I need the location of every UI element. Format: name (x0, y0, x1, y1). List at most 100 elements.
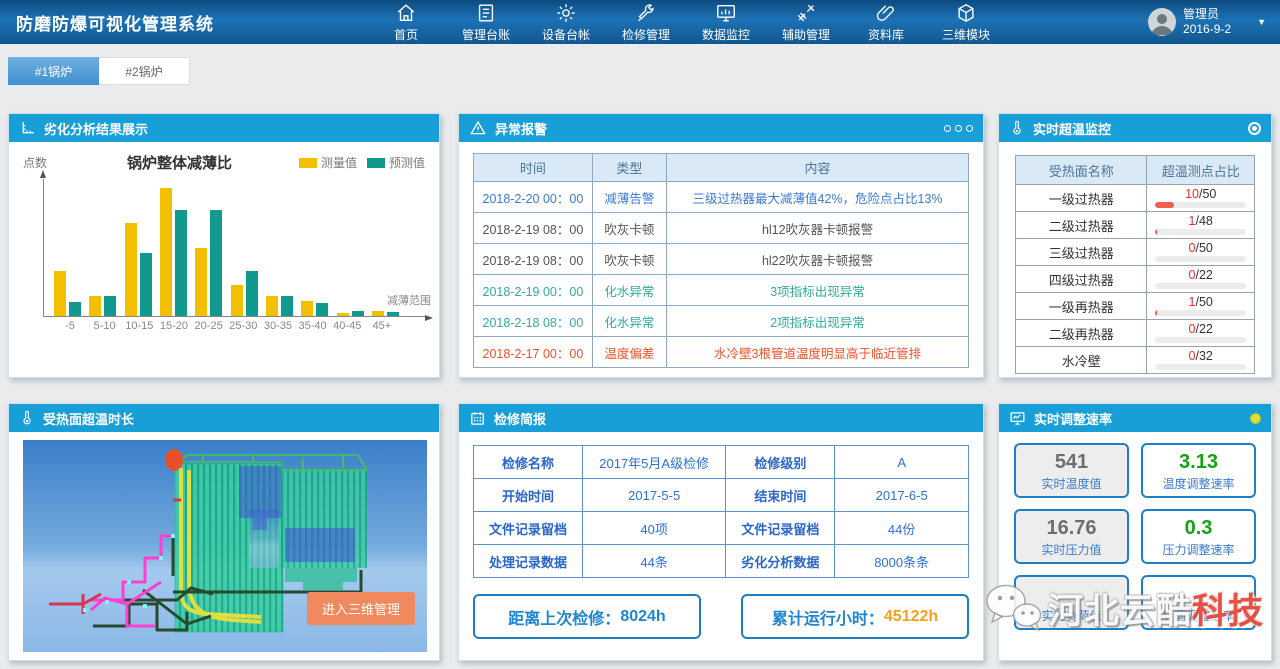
status-indicator[interactable] (1248, 122, 1261, 135)
repair-label: 文件记录留档 (474, 512, 583, 545)
enter-3d-button[interactable]: 进入三维管理 (307, 592, 415, 625)
nav-item-label: 首页 (394, 26, 418, 43)
overheat-row[interactable]: 一级再热器1/50 (1016, 293, 1255, 320)
home-icon (395, 2, 417, 24)
stat-value: 541 (1055, 450, 1088, 474)
progress-track (1155, 337, 1246, 343)
panel-repair-header: 检修简报 (459, 404, 983, 432)
bar-测量值 (160, 188, 172, 316)
alarm-col-header: 时间 (474, 154, 593, 182)
repair-label: 开始时间 (474, 479, 583, 512)
stat-card[interactable]: 541实时温度值 (1014, 443, 1129, 498)
overheat-row[interactable]: 水冷壁0/32 (1016, 347, 1255, 374)
surface-name: 一级过热器 (1016, 185, 1147, 212)
nav-item-1[interactable]: 首页 (370, 2, 442, 43)
overheat-row[interactable]: 二级过热器1/48 (1016, 212, 1255, 239)
chart-toprow: 点数 锅炉整体减薄比 测量值预测值 (9, 142, 439, 175)
x-tick-label: 30-35 (261, 320, 295, 332)
app-title: 防磨防爆可视化管理系统 (0, 10, 370, 35)
overheat-row[interactable]: 三级过热器0/50 (1016, 239, 1255, 266)
surface-name: 二级过热器 (1016, 212, 1147, 239)
chart-y-axis-label: 点数 (23, 154, 83, 171)
x-tick-label: 45+ (365, 320, 399, 332)
main-nav: 首页 管理台账设备台帐检修管理数据监控 辅助管理资料库三维模块 (370, 2, 1002, 43)
stat-card[interactable]: 0.3压力调整速率 (1141, 509, 1256, 564)
alarm-cell: 2018-2-18 08：00 (474, 306, 593, 337)
alarm-cell: 2018-2-19 08：00 (474, 244, 593, 275)
bar-预测值 (104, 296, 116, 316)
bar-预测值 (387, 312, 399, 316)
alarm-cell: 2018-2-19 00：00 (474, 275, 593, 306)
nav-item-8[interactable]: 三维模块 (930, 2, 1002, 43)
alarm-row[interactable]: 2018-2-19 08：00吹灰卡顿hl12吹灰器卡顿报警 (474, 213, 969, 244)
overheat-ratio: 0/22 (1147, 320, 1255, 347)
legend-swatch (367, 158, 385, 168)
adjust-stat-grid: 541实时温度值3.13温度调整速率16.76实时压力值0.3压力调整速率实时负… (999, 432, 1271, 641)
bar-测量值 (195, 248, 207, 316)
panel-title: 劣化分析结果展示 (44, 119, 148, 138)
nav-item-6[interactable]: 辅助管理 (770, 2, 842, 43)
overheat-row[interactable]: 二级再热器0/22 (1016, 320, 1255, 347)
nav-item-7[interactable]: 资料库 (850, 2, 922, 43)
x-tick-label: 40-45 (330, 320, 364, 332)
bar-预测值 (352, 311, 364, 316)
progress-track (1155, 229, 1246, 235)
progress-track (1155, 364, 1246, 370)
alarm-cell: 温度偏差 (592, 337, 666, 368)
panel-overheat-monitor: 实时超温监控 受热面名称超温测点占比 一级过热器10/50二级过热器1/48三级… (998, 113, 1272, 378)
nav-item-3[interactable]: 设备台帐 (530, 2, 602, 43)
alarm-row[interactable]: 2018-2-20 00：00减薄告警三级过热器最大减薄值42%，危险点占比13… (474, 182, 969, 213)
overheat-ratio: 10/50 (1147, 185, 1255, 212)
x-tick-label: 15-20 (157, 320, 191, 332)
bar-预测值 (281, 296, 293, 316)
boiler-3d-view[interactable]: 进入三维管理 (23, 440, 425, 657)
alarm-row[interactable]: 2018-2-17 00：00温度偏差水冷壁3根管道温度明显高于临近管排 (474, 337, 969, 368)
surface-name: 三级过热器 (1016, 239, 1147, 266)
panel-degradation-header: 劣化分析结果展示 (9, 114, 439, 142)
user-date: 2016-9-2 (1183, 22, 1231, 37)
alarm-cell: 水冷壁3根管道温度明显高于临近管排 (667, 337, 969, 368)
y-axis-arrow (40, 170, 46, 178)
panel-adjust-rate: 实时调整速率 541实时温度值3.13温度调整速率16.76实时压力值0.3压力… (998, 403, 1272, 661)
repair-box-value: 45122h (884, 608, 938, 626)
chart-title: 锅炉整体减薄比 (127, 152, 232, 173)
repair-summary-box[interactable]: 距离上次检修：8024h (473, 594, 701, 639)
stat-card[interactable]: 实时负荷值 (1014, 575, 1129, 630)
repair-label: 结束时间 (726, 479, 835, 512)
alarm-cell: 减薄告警 (592, 182, 666, 213)
nav-item-4[interactable]: 检修管理 (610, 2, 682, 43)
tab-boiler-2[interactable]: #2锅炉 (99, 57, 190, 85)
alarm-row[interactable]: 2018-2-19 00：00化水异常3项指标出现异常 (474, 275, 969, 306)
user-meta: 管理员 2016-9-2 (1183, 7, 1231, 37)
stat-card[interactable]: 16.76实时压力值 (1014, 509, 1129, 564)
stat-card[interactable]: 负荷调整速率 (1141, 575, 1256, 630)
repair-label: 处理记录数据 (474, 545, 583, 578)
chevron-down-icon[interactable]: ▼ (1257, 17, 1266, 27)
boiler-tabs: #1锅炉#2锅炉 (8, 57, 190, 85)
stat-card[interactable]: 3.13温度调整速率 (1141, 443, 1256, 498)
panel-title: 实时调整速率 (1034, 409, 1112, 428)
alarm-row[interactable]: 2018-2-18 08：00化水异常2项指标出现异常 (474, 306, 969, 337)
panel-surface-overheat: 受热面超温时长 (8, 403, 440, 661)
nav-item-label: 数据监控 (702, 26, 750, 43)
overheat-row[interactable]: 一级过热器10/50 (1016, 185, 1255, 212)
thermometer-icon (19, 409, 35, 427)
legend-item: 预测值 (367, 154, 425, 171)
status-indicator[interactable] (1250, 413, 1261, 424)
chart-legend: 测量值预测值 (299, 154, 425, 171)
nav-item-2[interactable]: 管理台账 (450, 2, 522, 43)
user-menu[interactable]: 管理员 2016-9-2 ▼ (1148, 7, 1280, 37)
alarm-col-header: 内容 (667, 154, 969, 182)
panel-more-dots[interactable] (944, 125, 973, 132)
nav-item-5[interactable]: 数据监控 (690, 2, 762, 43)
alarm-row[interactable]: 2018-2-19 08：00吹灰卡顿hl22吹灰器卡顿报警 (474, 244, 969, 275)
progress-track (1155, 256, 1246, 262)
repair-summary-box[interactable]: 累计运行小时：45122h (741, 594, 969, 639)
x-tick-label: 35-40 (296, 320, 330, 332)
overheat-col-header: 受热面名称 (1016, 156, 1147, 185)
overheat-row[interactable]: 四级过热器0/22 (1016, 266, 1255, 293)
tab-boiler-1[interactable]: #1锅炉 (8, 57, 99, 85)
repair-row: 开始时间2017-5-5结束时间2017-6-5 (474, 479, 969, 512)
repair-box-value: 8024h (620, 608, 665, 626)
chart-bar-group (231, 271, 258, 316)
